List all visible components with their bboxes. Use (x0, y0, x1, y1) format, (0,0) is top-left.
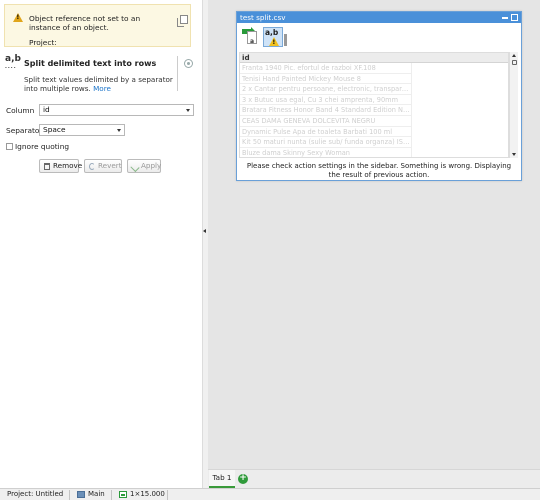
status-dimensions: 1×15.000 (130, 490, 165, 498)
split-action-icon: a,b .... (5, 54, 21, 71)
copy-icon[interactable] (177, 15, 188, 27)
remove-button-label: Remove (53, 161, 83, 170)
status-divider (111, 490, 112, 500)
window-error-message: Please check action settings in the side… (246, 162, 512, 179)
window-title: test split.csv (240, 13, 286, 22)
status-divider (69, 490, 70, 500)
scroll-down-icon[interactable] (512, 153, 516, 156)
trash-icon (44, 163, 50, 170)
import-tool[interactable]: a (242, 27, 262, 47)
tool-grip[interactable] (284, 34, 287, 46)
project-icon (77, 491, 85, 498)
settings-icon[interactable] (184, 59, 193, 68)
apply-button[interactable]: Apply (127, 159, 161, 173)
separator-label: Separator (6, 126, 43, 135)
chevron-down-icon (117, 129, 121, 132)
separator-select-value: Space (43, 125, 66, 134)
divider (177, 56, 178, 91)
table-row[interactable]: 3 x Butuc usa egal, Cu 3 chei amprenta, … (240, 94, 412, 106)
column-select-value: id (43, 105, 50, 114)
table-row[interactable]: Bratara Fitness Honor Band 4 Standard Ed… (240, 105, 412, 116)
split-tool[interactable]: a,b (263, 27, 287, 47)
dataset-window: test split.csv a a,b id Franta 1940 Pic.… (236, 11, 522, 181)
revert-button-label: Revert (98, 161, 122, 170)
table-row[interactable]: Bluze dama Skinny Sexy Woman (240, 147, 412, 157)
status-view[interactable]: Main (88, 489, 105, 500)
vertical-scrollbar[interactable] (509, 52, 518, 158)
warning-project-label: Project: (29, 38, 57, 47)
remove-button[interactable]: Remove (39, 159, 83, 173)
status-project: Project: Untitled (7, 490, 64, 498)
table-row[interactable]: Tenisi Hand Painted Mickey Mouse 8 (240, 73, 412, 85)
apply-button-label: Apply (141, 161, 162, 170)
column-select[interactable]: id (39, 104, 194, 116)
scroll-thumb[interactable] (511, 60, 517, 65)
add-tab-icon[interactable]: + (238, 474, 248, 484)
warning-message: Object reference not set to an instance … (29, 14, 141, 32)
tab-1[interactable]: Tab 1 (209, 470, 235, 488)
table-row[interactable]: Kit 50 maturi nunta (sulie sub/ funda or… (240, 137, 412, 148)
column-header[interactable]: id (240, 53, 508, 63)
action-title: Split delimited text into rows (24, 59, 157, 68)
table-row[interactable]: 2 x Cantar pentru persoane, electronic, … (240, 84, 412, 95)
error-warning-box: Object reference not set to an instance … (4, 4, 191, 47)
status-divider (167, 490, 168, 500)
table-row[interactable]: Dynamic Pulse Apa de toaleta Barbati 100… (240, 126, 412, 138)
table-row[interactable]: Franta 1940 Pic. efortul de razboi XF.10… (240, 63, 412, 74)
collapse-arrow-icon[interactable] (203, 229, 206, 233)
more-link[interactable]: More (93, 84, 111, 93)
warning-icon (13, 13, 23, 22)
check-icon (130, 162, 140, 173)
table-row[interactable]: CEAS DAMA GENEVA DOLCEVITA NEGRU (240, 115, 412, 127)
minimize-icon[interactable] (502, 17, 508, 19)
ignore-quoting-checkbox[interactable] (6, 143, 13, 150)
sidebar: Object reference not set to an instance … (0, 0, 202, 488)
split-warning-icon (269, 37, 279, 46)
import-doc-icon: a (247, 31, 257, 45)
ignore-quoting-label[interactable]: Ignore quoting (15, 142, 69, 151)
revert-button[interactable]: Revert (84, 159, 122, 173)
column-label: Column (6, 106, 35, 115)
split-tool-label: a,b (265, 28, 279, 37)
status-bar: Project: Untitled Main 1×15.000 (0, 488, 540, 500)
data-grid[interactable]: id Franta 1940 Pic. efortul de razboi XF… (239, 52, 509, 158)
chevron-down-icon (186, 109, 190, 112)
dimension-icon (119, 491, 127, 498)
tab-bar: Tab 1 + (208, 469, 540, 488)
scroll-up-icon[interactable] (512, 54, 516, 57)
action-description: Split text values delimited by a separat… (24, 75, 174, 93)
separator-select[interactable]: Space (39, 124, 125, 136)
maximize-icon[interactable] (511, 14, 518, 21)
revert-icon (89, 163, 95, 170)
window-titlebar[interactable]: test split.csv (237, 12, 521, 23)
